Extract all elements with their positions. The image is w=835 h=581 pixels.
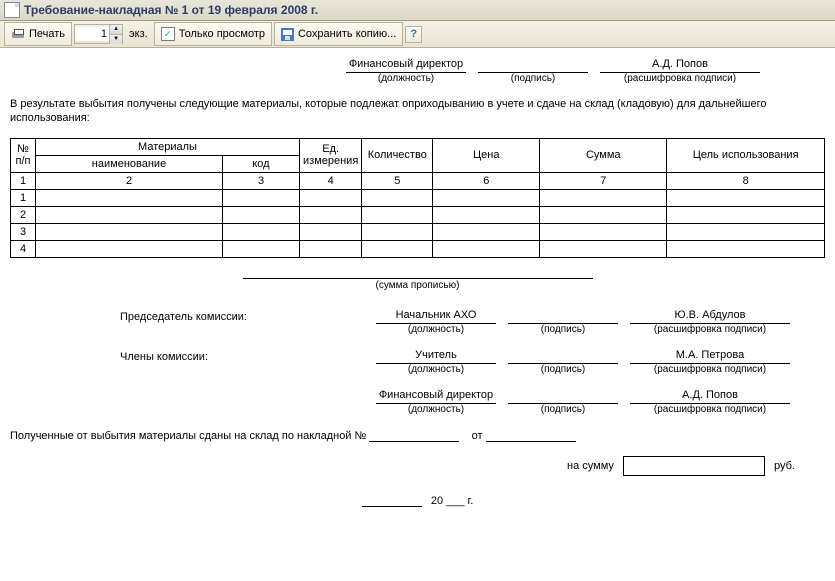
coln-5: 5 [362,172,433,189]
save-copy-label: Сохранить копию... [298,28,396,40]
th-code: код [223,155,300,172]
row-num: 2 [11,206,36,223]
help-button[interactable]: ? [405,26,422,43]
intro-paragraph: В результате выбытия получены следующие … [10,98,825,126]
row-num: 4 [11,240,36,257]
th-qty: Количество [362,138,433,172]
ot-label: от [472,430,483,442]
chairman-position: Начальник АХО [376,309,496,324]
chairman-sign [508,309,618,324]
th-name: наименование [36,155,223,172]
approval-position-label: (должность) [346,73,466,84]
approval-name-label: (расшифровка подписи) [600,73,760,84]
document-icon [4,2,20,18]
amount-label: на сумму [567,459,614,471]
coln-1: 1 [11,172,36,189]
date-year-label: 20 ___ г. [431,495,473,507]
amount-line: на сумму руб. [10,456,825,476]
spin-down-icon[interactable]: ▼ [109,34,122,44]
member1-name: М.А. Петрова [630,349,790,364]
table-colnum-row: 1 2 3 4 5 6 7 8 [11,172,825,189]
chairman-position-label: (должность) [376,324,496,335]
member2-position-label: (должность) [376,404,496,415]
member2-name: А.Д. Попов [630,389,790,404]
table-row: 4 [11,240,825,257]
members-label: Члены комиссии: [10,349,370,363]
coln-6: 6 [433,172,540,189]
approval-signature: Финансовый директор (должность) (подпись… [10,58,825,84]
th-price: Цена [433,138,540,172]
member2-sign [508,389,618,404]
member1-sign-label: (подпись) [508,364,618,375]
date-line: 20 ___ г. [10,494,825,507]
coln-8: 8 [667,172,825,189]
table-row: 2 [11,206,825,223]
member1-name-label: (расшифровка подписи) [630,364,790,375]
preview-toggle[interactable]: ✓ Только просмотр [154,22,272,46]
th-unit: Ед. измерения [300,138,362,172]
chairman-name: Ю.В. Абдулов [630,309,790,324]
approval-sign [478,58,588,73]
signature-block: Председатель комиссии: Начальник АХО (до… [10,309,825,415]
copies-input[interactable] [75,27,109,41]
member2-name-label: (расшифровка подписи) [630,404,790,415]
window-title: Требование-накладная № 1 от 19 февраля 2… [24,3,318,17]
window-titlebar: Требование-накладная № 1 от 19 февраля 2… [0,0,835,21]
coln-2: 2 [36,172,223,189]
sent-label: Полученные от выбытия материалы сданы на… [10,430,366,442]
row-num: 3 [11,223,36,240]
toolbar: Печать ▲ ▼ экз. ✓ Только просмотр Сохран… [0,21,835,48]
date-day-field [362,494,422,507]
coln-3: 3 [223,172,300,189]
approval-name: А.Д. Попов [600,58,760,73]
chairman-name-label: (расшифровка подписи) [630,324,790,335]
invoice-no-field [369,429,459,442]
approval-sign-label: (подпись) [478,73,588,84]
copies-suffix: экз. [125,28,152,40]
th-sum: Сумма [540,138,667,172]
invoice-date-field [486,429,576,442]
member1-position: Учитель [376,349,496,364]
printer-icon [11,29,25,40]
member1-sign [508,349,618,364]
print-label: Печать [29,28,65,40]
copies-spinner[interactable]: ▲ ▼ [74,24,123,44]
spin-up-icon[interactable]: ▲ [109,25,122,34]
document-body: Финансовый директор (должность) (подпись… [0,48,835,507]
materials-table: № п/п Материалы Ед. измерения Количество… [10,138,825,258]
chairman-label: Председатель комиссии: [10,309,370,323]
chairman-sign-label: (подпись) [508,324,618,335]
member2-sign-label: (подпись) [508,404,618,415]
member1-position-label: (должность) [376,364,496,375]
coln-4: 4 [300,172,362,189]
sum-in-words [243,266,593,279]
coln-7: 7 [540,172,667,189]
row-num: 1 [11,189,36,206]
table-row: 3 [11,223,825,240]
amount-box [623,456,765,476]
table-row: 1 [11,189,825,206]
member2-position: Финансовый директор [376,389,496,404]
save-copy-button[interactable]: Сохранить копию... [274,22,403,46]
th-np: № п/п [11,138,36,172]
checkbox-icon: ✓ [161,27,175,41]
print-button[interactable]: Печать [4,22,72,46]
th-purpose: Цель использования [667,138,825,172]
rub-label: руб. [774,459,795,471]
sent-to-warehouse-line: Полученные от выбытия материалы сданы на… [10,429,825,442]
approval-position: Финансовый директор [346,58,466,73]
sum-in-words-label: (сумма прописью) [376,280,460,291]
preview-label: Только просмотр [179,28,265,40]
th-materials: Материалы [36,138,300,155]
floppy-icon [281,28,294,41]
